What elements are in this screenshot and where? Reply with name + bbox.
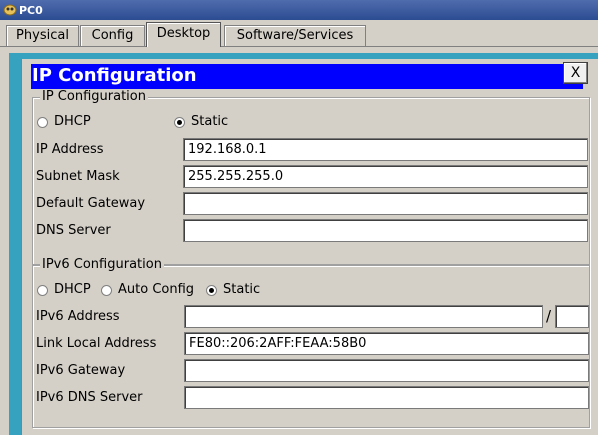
ipv6-auto-config-label[interactable]: Auto Config	[118, 282, 194, 297]
ipv6-prefix-input[interactable]	[555, 305, 589, 328]
ipv6-address-input[interactable]	[184, 305, 543, 328]
ipv4-static-label[interactable]: Static	[191, 114, 228, 129]
ipv6-configuration-group: IPv6 Configuration DHCP Auto Config Stat…	[32, 257, 590, 428]
packet-tracer-pc-icon	[3, 4, 17, 16]
close-button[interactable]: X	[563, 62, 588, 84]
ipv4-static-radio[interactable]	[174, 117, 185, 128]
link-local-address-label: Link Local Address	[36, 336, 157, 351]
link-local-address-input[interactable]: FE80::206:2AFF:FEAA:58B0	[184, 332, 589, 355]
ipv6-gateway-input[interactable]	[184, 359, 589, 382]
ipv6-address-label: IPv6 Address	[36, 309, 120, 324]
ipv6-static-radio[interactable]	[206, 285, 217, 296]
tab-config[interactable]: Config	[80, 25, 145, 47]
tab-physical[interactable]: Physical	[6, 25, 79, 47]
ipv6-gateway-label: IPv6 Gateway	[36, 363, 126, 378]
desktop-content: IP Configuration X IP Configuration DHCP…	[0, 47, 598, 435]
prefix-separator: /	[546, 307, 552, 325]
ipv6-dhcp-radio[interactable]	[37, 285, 48, 296]
subnet-mask-label: Subnet Mask	[36, 169, 120, 184]
desktop-frame-left	[9, 53, 21, 435]
ipv6-group-legend: IPv6 Configuration	[40, 257, 164, 272]
tab-bar: Physical Config Desktop Software/Service…	[0, 20, 598, 47]
ipv6-dhcp-label[interactable]: DHCP	[54, 282, 91, 297]
ipv4-dhcp-label[interactable]: DHCP	[54, 114, 91, 129]
ipv6-static-label[interactable]: Static	[223, 282, 260, 297]
ipv4-configuration-group: IP Configuration DHCP Static IP Address …	[32, 89, 590, 265]
ip-address-label: IP Address	[36, 142, 104, 157]
ipv4-group-legend: IP Configuration	[40, 89, 148, 104]
tab-software-services[interactable]: Software/Services	[224, 25, 366, 47]
window-title: PC0	[19, 4, 43, 17]
ipv6-auto-config-radio[interactable]	[101, 285, 112, 296]
ip-configuration-header: IP Configuration	[31, 64, 583, 89]
default-gateway-label: Default Gateway	[36, 196, 146, 211]
window-title-bar: PC0	[0, 0, 598, 20]
subnet-mask-input[interactable]: 255.255.255.0	[183, 165, 588, 188]
ip-address-input[interactable]: 192.168.0.1	[183, 138, 588, 161]
default-gateway-input[interactable]	[183, 192, 588, 215]
ip-configuration-title: IP Configuration	[32, 65, 197, 86]
dns-server-input[interactable]	[183, 219, 588, 242]
ip-configuration-panel: IP Configuration X IP Configuration DHCP…	[21, 59, 598, 435]
ipv6-dns-server-label: IPv6 DNS Server	[36, 390, 143, 405]
ipv6-dns-server-input[interactable]	[184, 386, 589, 409]
ipv4-dhcp-radio[interactable]	[37, 117, 48, 128]
dns-server-label: DNS Server	[36, 223, 111, 238]
tab-desktop[interactable]: Desktop	[146, 22, 221, 47]
